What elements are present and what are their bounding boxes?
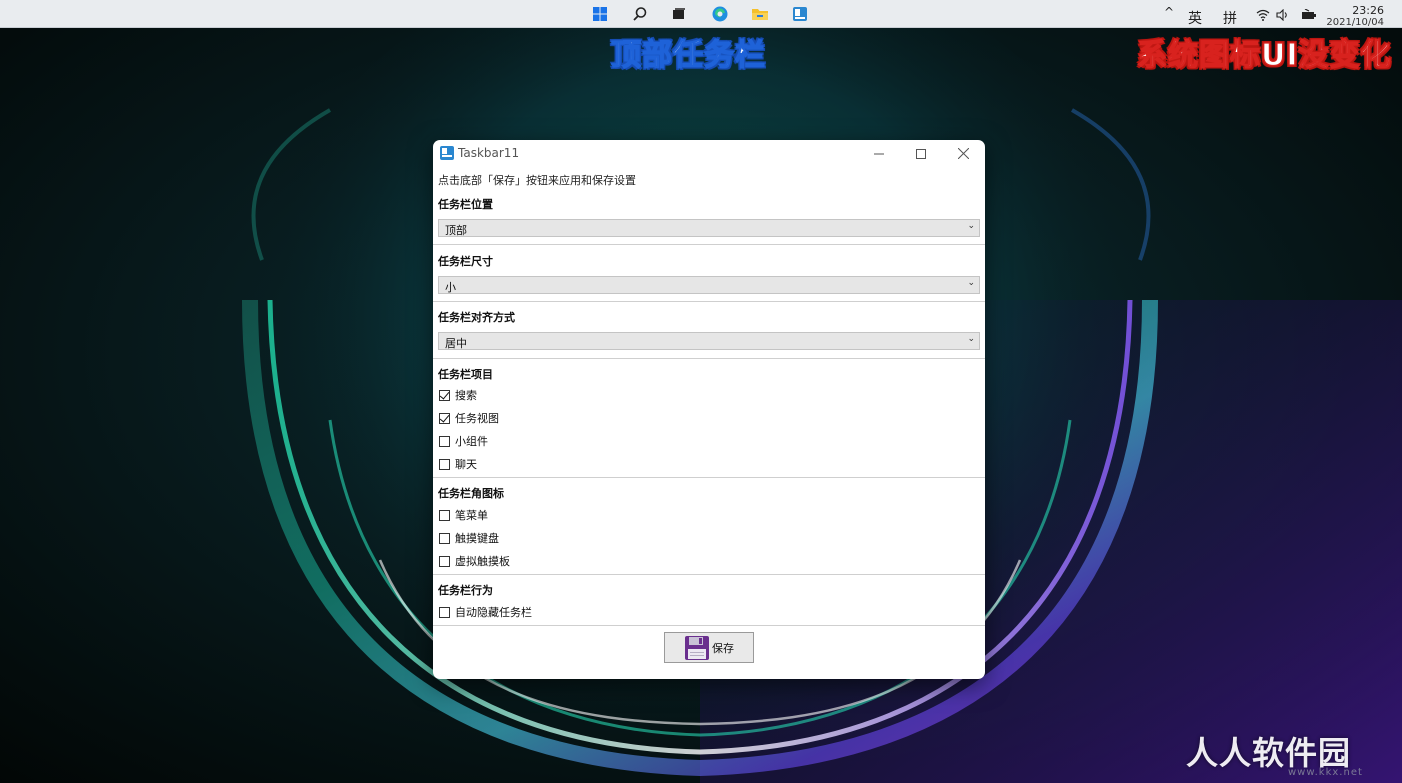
behavior-label: 任务栏行为 [438, 584, 493, 597]
divider [433, 574, 985, 575]
size-select-value: 小 [445, 281, 456, 294]
ime-mode-indicator[interactable]: 拼 [1223, 8, 1237, 28]
clock-date[interactable]: 2021/10/04 [1326, 17, 1384, 27]
checkbox-label: 搜索 [455, 389, 477, 402]
task-view-icon[interactable] [669, 4, 689, 24]
checkbox-virtual-touchpad[interactable]: 虚拟触摸板 [439, 554, 510, 568]
divider [433, 477, 985, 478]
checkbox-label: 自动隐藏任务栏 [455, 606, 532, 619]
volume-icon[interactable] [1275, 7, 1291, 23]
position-label: 任务栏位置 [438, 198, 493, 211]
checkbox-pen-menu[interactable]: 笔菜单 [439, 508, 488, 522]
checkbox-label: 虚拟触摸板 [455, 555, 510, 568]
ime-language-indicator[interactable]: 英 [1188, 8, 1202, 28]
close-button[interactable] [942, 140, 984, 167]
watermark-url: www.kkx.net [1288, 767, 1363, 778]
checkbox-label: 笔菜单 [455, 509, 488, 522]
checkbox-task-view[interactable]: 任务视图 [439, 411, 499, 425]
edge-icon[interactable] [710, 4, 730, 24]
checkbox-chat[interactable]: 聊天 [439, 457, 477, 471]
checkbox-unchecked[interactable] [439, 555, 450, 567]
desktop: ^ 英 拼 23:26 2021/10/04 顶部任务栏 系统图标UI没变化 T… [0, 0, 1402, 783]
position-select[interactable]: 顶部 ⌄ [438, 219, 980, 237]
maximize-icon [916, 148, 926, 159]
file-explorer-icon[interactable] [750, 4, 770, 24]
clock-time[interactable]: 23:26 [1352, 4, 1384, 17]
checkbox-unchecked[interactable] [439, 435, 450, 447]
floppy-disk-icon [685, 635, 709, 660]
checkbox-label: 任务视图 [455, 412, 499, 425]
window-titlebar[interactable]: Taskbar11 [433, 140, 985, 167]
checkbox-unchecked[interactable] [439, 509, 450, 521]
checkbox-label: 聊天 [455, 458, 477, 471]
checkbox-label: 触摸键盘 [455, 532, 499, 545]
checkbox-touch-keyboard[interactable]: 触摸键盘 [439, 531, 499, 545]
window-title: Taskbar11 [458, 146, 520, 160]
divider [433, 244, 985, 245]
position-select-value: 顶部 [445, 224, 467, 237]
chevron-down-icon: ⌄ [967, 221, 975, 231]
save-button[interactable]: 保存 [664, 632, 754, 663]
alignment-select-value: 居中 [445, 337, 467, 350]
checkbox-search[interactable]: 搜索 [439, 388, 477, 402]
taskbar11-window: Taskbar11 点击底部「保存」按钮来应用和保存设置 任务栏位置 顶部 ⌄ … [433, 140, 985, 679]
alignment-label: 任务栏对齐方式 [438, 311, 515, 324]
checkbox-widgets[interactable]: 小组件 [439, 434, 488, 448]
battery-icon[interactable] [1300, 7, 1318, 23]
taskbar: ^ 英 拼 23:26 2021/10/04 [0, 0, 1402, 28]
minimize-icon [874, 153, 884, 154]
tray-chevron-icon[interactable]: ^ [1164, 5, 1174, 19]
close-icon [957, 148, 969, 159]
start-icon[interactable] [590, 4, 610, 24]
divider [433, 625, 985, 626]
save-hint-text: 点击底部「保存」按钮来应用和保存设置 [438, 174, 636, 187]
checkbox-checked[interactable] [439, 389, 450, 401]
alignment-select[interactable]: 居中 ⌄ [438, 332, 980, 350]
checkbox-unchecked[interactable] [439, 532, 450, 544]
items-label: 任务栏项目 [438, 368, 493, 381]
size-select[interactable]: 小 ⌄ [438, 276, 980, 294]
size-label: 任务栏尺寸 [438, 255, 493, 268]
minimize-button[interactable] [858, 140, 900, 167]
divider [433, 301, 985, 302]
caption-system-icons: 系统图标UI没变化 [1136, 37, 1392, 73]
caption-top-taskbar: 顶部任务栏 [610, 37, 766, 73]
taskbar11-app-icon[interactable] [790, 4, 810, 24]
app-icon [440, 146, 454, 160]
checkbox-unchecked[interactable] [439, 458, 450, 470]
divider [433, 358, 985, 359]
checkbox-label: 小组件 [455, 435, 488, 448]
save-button-label: 保存 [712, 641, 734, 655]
checkbox-unchecked[interactable] [439, 606, 450, 618]
search-icon[interactable] [630, 4, 650, 24]
checkbox-checked[interactable] [439, 412, 450, 424]
chevron-down-icon: ⌄ [967, 278, 975, 288]
wifi-icon[interactable] [1255, 7, 1271, 23]
chevron-down-icon: ⌄ [967, 334, 975, 344]
maximize-button[interactable] [900, 140, 942, 167]
checkbox-auto-hide[interactable]: 自动隐藏任务栏 [439, 605, 532, 619]
corner-icons-label: 任务栏角图标 [438, 487, 504, 500]
